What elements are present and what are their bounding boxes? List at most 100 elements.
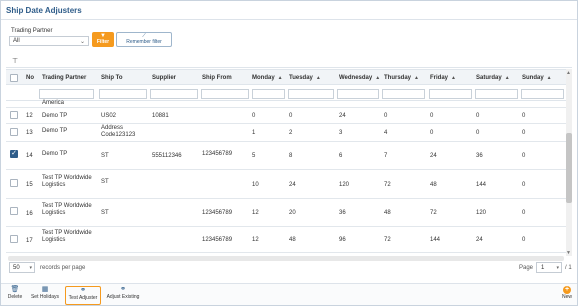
cell-monday: 5 <box>252 153 256 159</box>
cell-saturday: 36 <box>476 153 483 159</box>
table-row[interactable]: 16 Test TP Worldwide Logistics ST 123456… <box>6 199 568 227</box>
cell-tuesday: 24 <box>289 182 296 188</box>
cell-trading-partner: Demo TP <box>42 151 68 157</box>
row-checkbox[interactable] <box>10 207 18 215</box>
table-row[interactable]: 12 Demo TP US02 10881 0 0 24 0 0 0 0 <box>6 108 568 124</box>
filter-button[interactable]: ▼ Filter <box>92 32 114 47</box>
sort-icon: ▲ <box>504 75 510 81</box>
filter-input-ship-to[interactable] <box>99 89 147 99</box>
cell-sunday: 0 <box>522 237 526 243</box>
table-row[interactable]: 17 Test TP Worldwide Logistics 123456789… <box>6 227 568 253</box>
trading-partner-value: All <box>13 38 20 44</box>
cell-thursday: 4 <box>384 130 388 136</box>
cell-thursday: 48 <box>384 210 391 216</box>
filter-input-monday[interactable] <box>252 89 285 99</box>
cell-ship-from: 123456789 <box>202 210 233 216</box>
filter-input-sunday[interactable] <box>521 89 564 99</box>
col-header-tuesday[interactable]: Tuesday ▲ <box>289 75 321 81</box>
scroll-down-icon[interactable]: ▼ <box>566 250 571 256</box>
cell-supplier: 10881 <box>152 113 169 119</box>
row-checkbox[interactable] <box>10 179 18 187</box>
col-header-ship-from[interactable]: Ship From <box>202 75 232 81</box>
test-adjuster-button[interactable]: ⚭ Test Adjuster <box>65 286 101 305</box>
cell-sunday: 0 <box>522 210 526 216</box>
col-header-wednesday[interactable]: Wednesday ▲ <box>339 75 380 81</box>
remember-filter-button[interactable]: ⟋ Remember filter <box>116 32 172 47</box>
horizontal-scrollbar[interactable] <box>8 256 564 261</box>
link-icon: ⚭ <box>120 286 126 293</box>
new-button[interactable]: + New <box>558 286 576 305</box>
plus-circle-icon: + <box>563 286 571 294</box>
page-select[interactable]: 1 ▾ <box>536 262 562 273</box>
col-header-tuesday-label: Tuesday <box>289 75 313 81</box>
sort-icon: ▲ <box>414 75 419 81</box>
filter-input-wednesday[interactable] <box>337 89 379 99</box>
cell-supplier: 555112346 <box>152 153 182 159</box>
filter-input-thursday[interactable] <box>382 89 425 99</box>
cell-thursday: 72 <box>384 182 391 188</box>
col-header-saturday[interactable]: Saturday ▲ <box>476 75 510 81</box>
table-row[interactable]: ✓ 14 Demo TP ST 555112346 123456789 5 8 … <box>6 142 568 170</box>
cell-wednesday: 3 <box>339 130 343 136</box>
filter-input-saturday[interactable] <box>475 89 518 99</box>
select-all-checkbox[interactable] <box>10 74 18 82</box>
filter-input-ship-from[interactable] <box>201 89 249 99</box>
cell-tuesday: 48 <box>289 237 296 243</box>
cell-saturday: 0 <box>476 130 480 136</box>
page-title: Ship Date Adjusters <box>6 6 82 15</box>
cell-no: 16 <box>26 211 33 217</box>
cell-trading-partner: Test TP Worldwide Logistics <box>42 175 92 188</box>
col-header-ship-to[interactable]: Ship To <box>101 75 123 81</box>
col-header-thursday[interactable]: Thursday ▲ <box>384 75 419 81</box>
set-holidays-button[interactable]: ▦ Set Holidays <box>29 286 61 305</box>
trading-partner-select[interactable]: All ⌄ <box>9 36 89 46</box>
page-size-select[interactable]: 50 ▾ <box>9 262 35 273</box>
adjust-existing-label: Adjust Existing <box>106 294 140 300</box>
col-header-monday-label: Monday <box>252 75 275 81</box>
cell-saturday: 24 <box>476 237 483 243</box>
cell-sunday: 0 <box>522 130 526 136</box>
col-header-saturday-label: Saturday <box>476 75 502 81</box>
table-row[interactable]: 13 Demo TP Address Code123123 1 2 3 4 0 … <box>6 124 568 142</box>
filter-input-trading-partner[interactable] <box>39 89 94 99</box>
col-header-trading-partner[interactable]: Trading Partner <box>42 75 86 81</box>
table-row[interactable]: 15 Test TP Worldwide Logistics ST 10 24 … <box>6 170 568 199</box>
cell-monday: 0 <box>252 113 256 119</box>
col-header-supplier[interactable]: Supplier <box>152 75 176 81</box>
filter-input-tuesday[interactable] <box>288 89 334 99</box>
trading-partner-label: Trading Partner <box>11 28 53 34</box>
bottom-toolbar: 🗑 Delete ▦ Set Holidays ⚭ Test Adjuster … <box>1 283 577 305</box>
adjust-existing-button[interactable]: ⚭ Adjust Existing <box>104 286 142 305</box>
row-checkbox-checked[interactable]: ✓ <box>10 150 18 158</box>
cell-ship-to: Address Code123123 <box>101 125 136 138</box>
table-row[interactable]: America <box>6 100 568 108</box>
cell-monday: 12 <box>252 210 259 216</box>
cell-friday: 144 <box>430 237 441 243</box>
sort-icon: ▲ <box>546 75 552 81</box>
page-label: Page <box>519 265 534 271</box>
cell-no: 12 <box>26 113 33 119</box>
scroll-up-icon[interactable]: ▲ <box>566 70 571 76</box>
test-adjuster-label: Test Adjuster <box>68 295 98 301</box>
cell-wednesday: 24 <box>339 113 346 119</box>
cell-monday: 10 <box>252 182 259 188</box>
col-header-friday[interactable]: Friday ▲ <box>430 75 456 81</box>
grid-header: No Trading Partner Ship To Supplier Ship… <box>6 69 568 85</box>
filter-input-friday[interactable] <box>429 89 472 99</box>
col-header-friday-label: Friday <box>430 75 449 81</box>
col-header-sunday[interactable]: Sunday ▲ <box>522 75 552 81</box>
column-filter-toggle-icon[interactable]: ⊤ <box>12 57 18 65</box>
col-header-no[interactable]: No <box>26 75 34 81</box>
row-checkbox[interactable] <box>10 111 18 119</box>
cell-trading-partner: Test TP Worldwide Logistics <box>42 203 92 216</box>
cell-friday: 24 <box>430 153 437 159</box>
vertical-scrollbar-thumb[interactable] <box>566 133 572 203</box>
delete-button[interactable]: 🗑 Delete <box>5 286 25 305</box>
row-checkbox[interactable] <box>10 128 18 136</box>
cell-friday: 72 <box>430 210 437 216</box>
filter-input-supplier[interactable] <box>150 89 198 99</box>
col-header-monday[interactable]: Monday ▲ <box>252 75 283 81</box>
cell-tuesday: 8 <box>289 153 293 159</box>
row-checkbox[interactable] <box>10 235 18 243</box>
cell-tuesday: 20 <box>289 210 296 216</box>
